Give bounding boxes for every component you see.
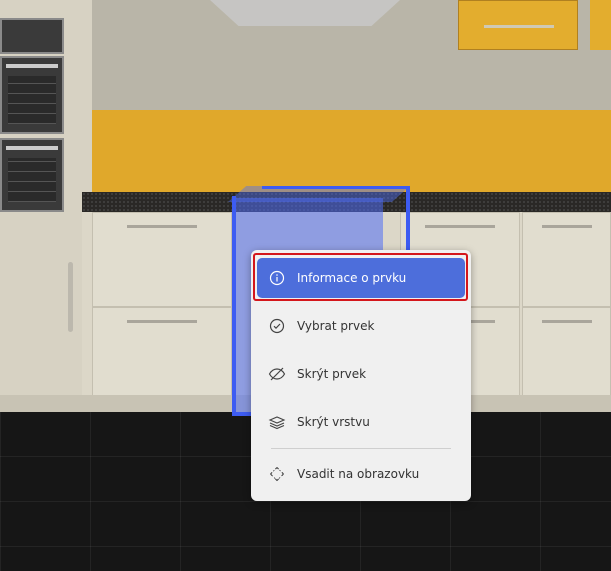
menu-item-label: Vybrat prvek [297, 319, 375, 333]
menu-item-label: Vsadit na obrazovku [297, 467, 420, 481]
check-circle-icon [257, 318, 297, 334]
selection-edge [262, 186, 410, 189]
menu-divider [271, 448, 451, 449]
drawer [522, 212, 611, 307]
range-hood [210, 0, 400, 26]
menu-item-label: Informace o prvku [297, 271, 407, 285]
menu-item-hide-element[interactable]: Skrýt prvek [257, 354, 465, 394]
context-menu: Informace o prvku Vybrat prvek Skrýt prv… [251, 250, 471, 501]
upper-cabinet [458, 0, 578, 50]
fit-screen-icon [257, 466, 297, 482]
menu-item-element-info[interactable]: Informace o prvku [257, 258, 465, 298]
info-icon [257, 270, 297, 286]
upper-cabinet [590, 0, 611, 50]
oven [0, 138, 64, 212]
layers-icon [257, 414, 297, 430]
selection-edge [232, 196, 236, 416]
menu-item-fit-to-screen[interactable]: Vsadit na obrazovku [257, 454, 465, 494]
eye-off-icon [257, 366, 297, 382]
drawer [92, 212, 232, 307]
drawer [522, 307, 611, 397]
selection-edge [406, 188, 410, 254]
oven [0, 56, 64, 134]
cabinet-handle [68, 262, 73, 332]
drawer [92, 307, 232, 397]
menu-item-select-element[interactable]: Vybrat prvek [257, 306, 465, 346]
menu-item-hide-layer[interactable]: Skrýt vrstvu [257, 402, 465, 442]
menu-item-label: Skrýt prvek [297, 367, 367, 381]
menu-item-label: Skrýt vrstvu [297, 415, 370, 429]
oven-panel [0, 18, 64, 54]
backsplash [82, 110, 611, 198]
tall-oven-cabinet [0, 0, 92, 412]
